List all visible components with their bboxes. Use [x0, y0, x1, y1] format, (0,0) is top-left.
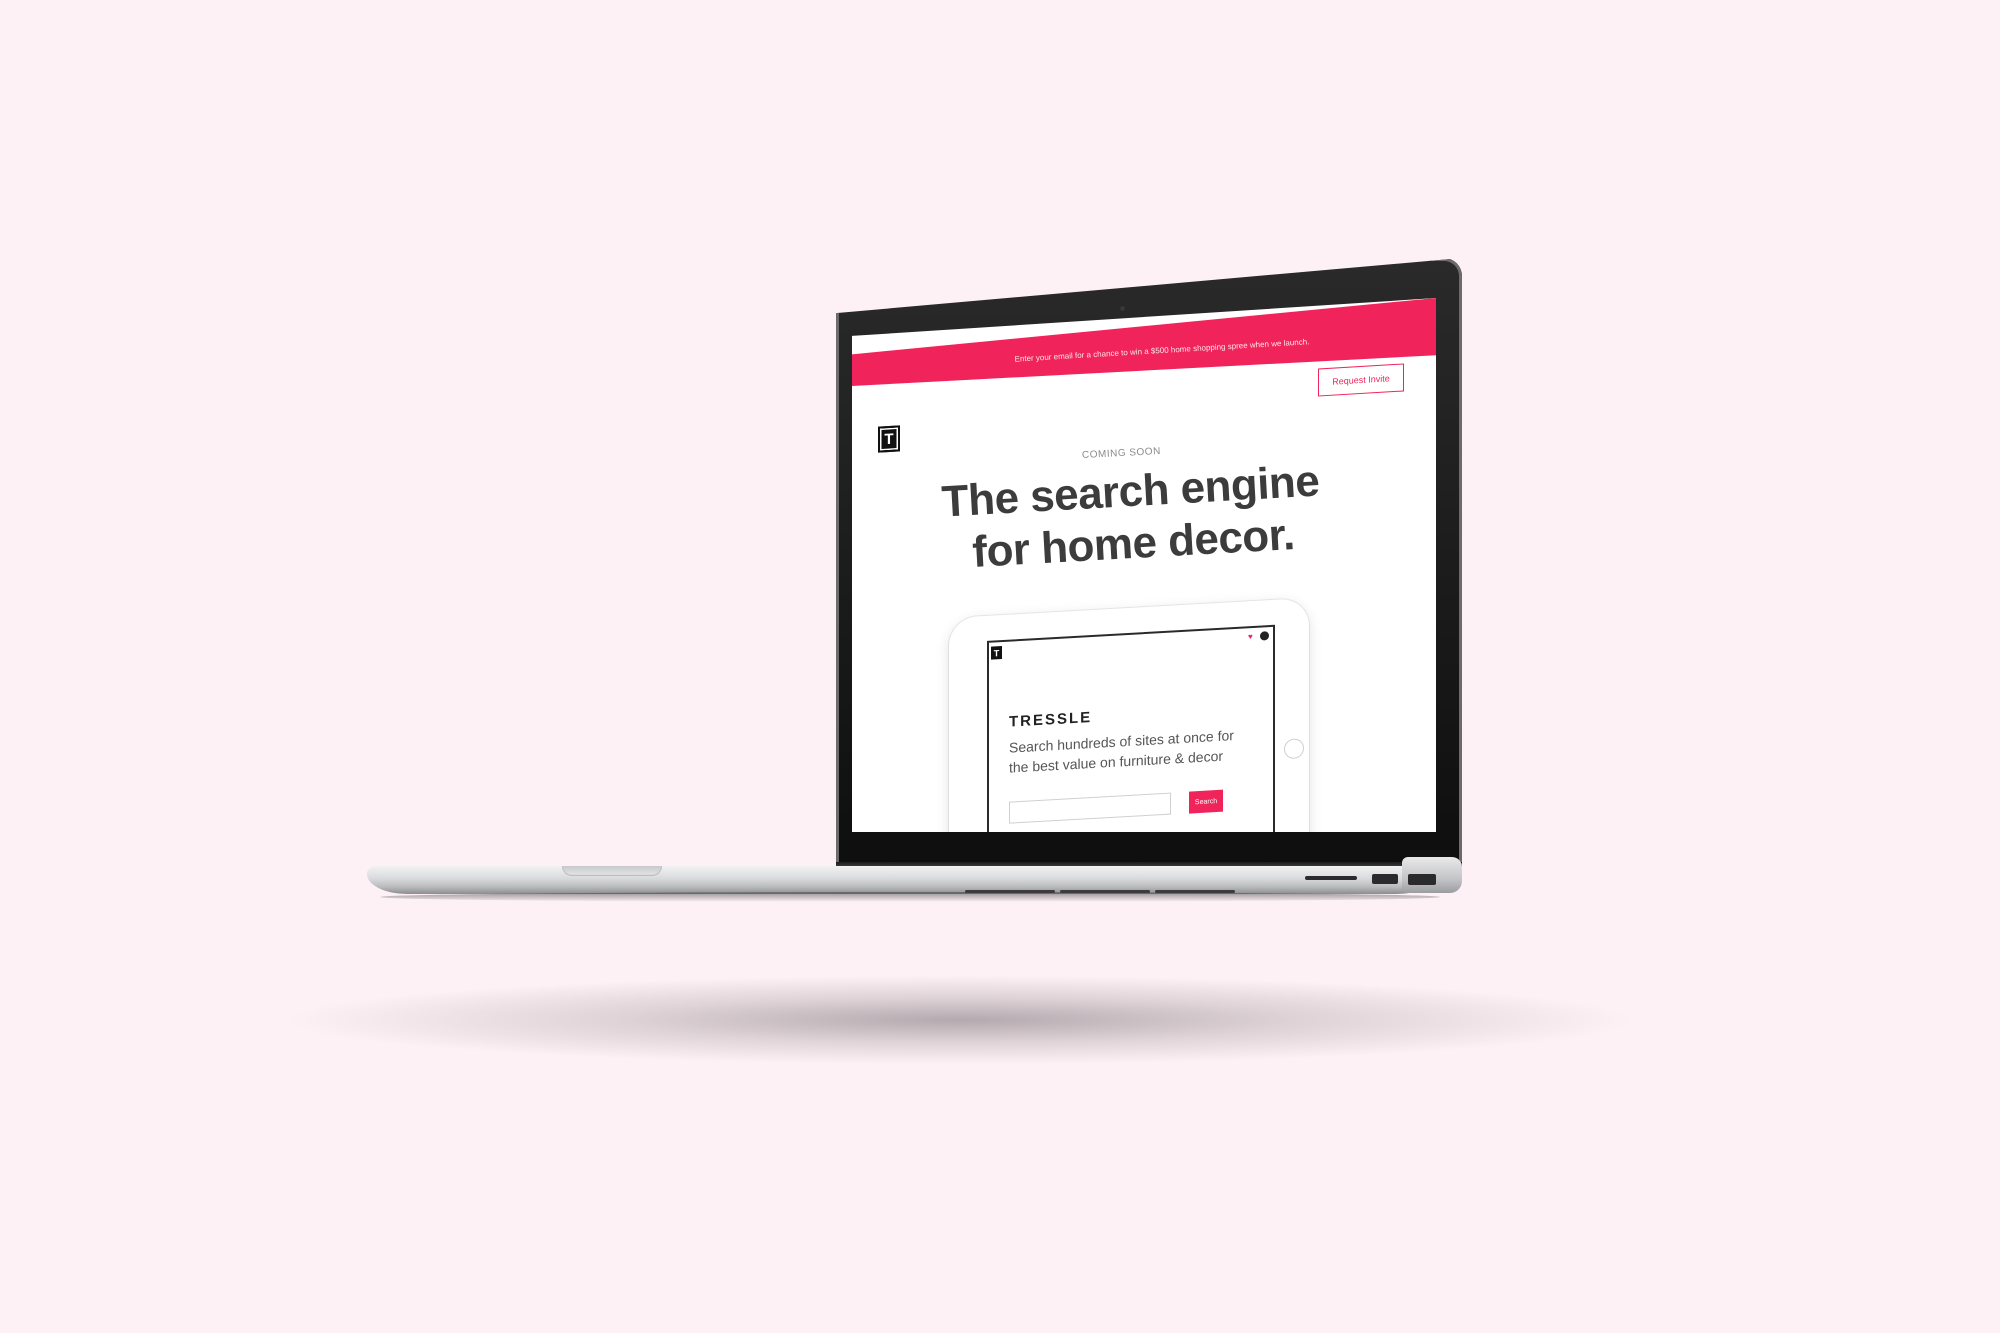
speaker-vent [1155, 890, 1235, 893]
camera-icon [1119, 305, 1126, 312]
usb-port-icon [1408, 874, 1436, 885]
tablet-mockup: T ♥ TRESSLE Search hundreds of sites at … [949, 597, 1309, 832]
trackpad-notch [562, 866, 662, 876]
tablet-search-input[interactable] [1009, 792, 1171, 824]
tablet-logo[interactable]: T [991, 646, 1002, 660]
hdmi-port-icon [1372, 874, 1398, 884]
request-invite-button[interactable]: Request Invite [1318, 363, 1404, 397]
tablet-tagline: Search hundreds of sites at once for the… [1009, 727, 1234, 776]
site-logo[interactable]: T [878, 425, 900, 453]
tablet-screen: T ♥ TRESSLE Search hundreds of sites at … [987, 624, 1275, 832]
laptop-base-shadow [380, 892, 1440, 902]
tablet-brand: TRESSLE [1009, 708, 1093, 731]
tablet-header-icons: ♥ [1248, 631, 1269, 641]
user-icon[interactable] [1260, 631, 1269, 641]
heart-icon[interactable]: ♥ [1248, 632, 1257, 641]
hero-headline: The search engine for home decor. [940, 456, 1321, 577]
coming-soon-label: COMING SOON [1081, 445, 1162, 462]
speaker-vent [1060, 890, 1150, 893]
sd-card-slot-icon [1305, 876, 1357, 880]
speaker-vent [965, 890, 1055, 893]
tablet-home-button-icon [1284, 738, 1304, 760]
laptop-screen: Enter your email for a chance to win a $… [852, 298, 1436, 832]
floor-shadow [280, 975, 1640, 1065]
laptop-base [367, 866, 1437, 894]
tablet-search-button[interactable]: Search [1189, 789, 1223, 814]
